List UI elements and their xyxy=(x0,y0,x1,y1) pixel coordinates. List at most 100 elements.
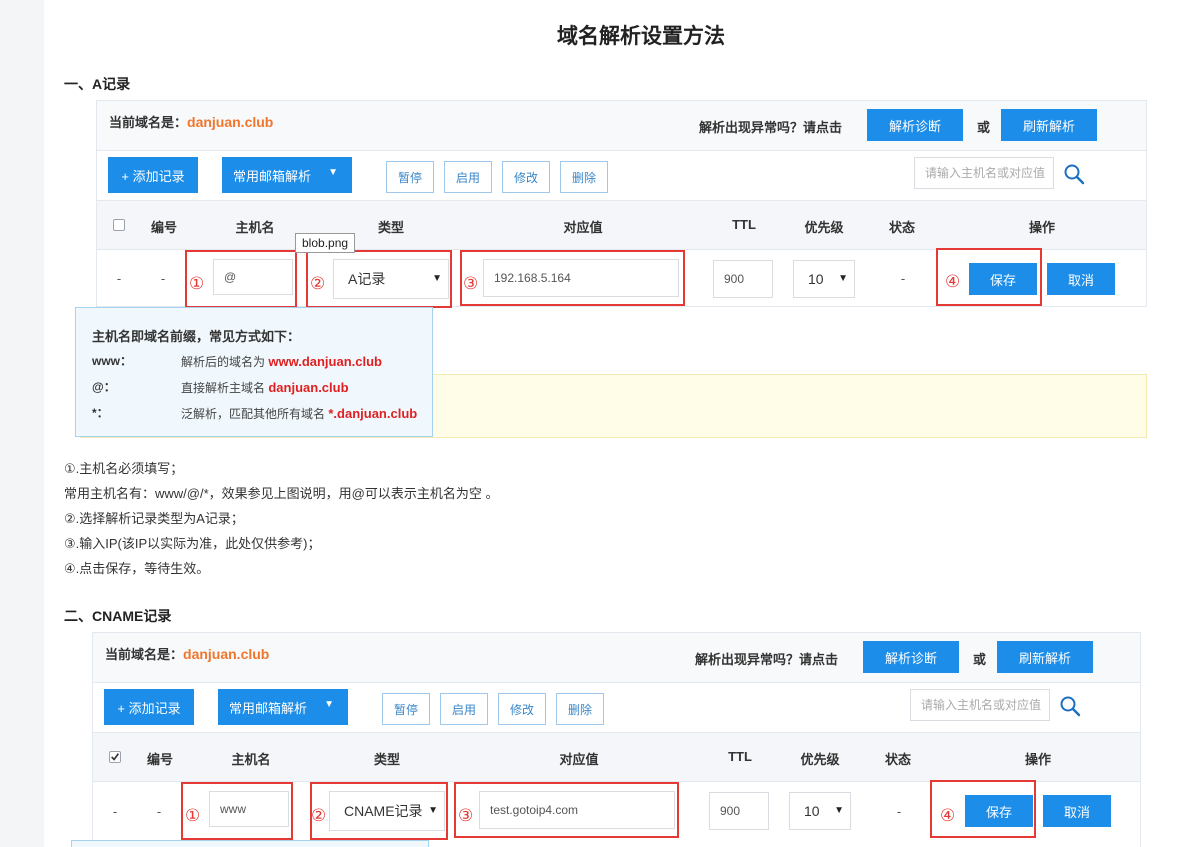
table-header: 编号 主机名 类型 对应值 TTL 优先级 状态 操作 xyxy=(93,732,1140,782)
priority-select-value: 10 xyxy=(808,271,824,287)
col-host: 主机名 xyxy=(231,752,271,767)
note-4: ③.输入IP(该IP以实际为准，此处仅供参考)； xyxy=(64,536,321,551)
highlight-box-value xyxy=(454,782,679,838)
domain-prefix: 当前域名是： xyxy=(109,115,188,130)
popover-key-wildcard: *： xyxy=(92,406,109,420)
search-input[interactable]: 请输入主机名或对应值 xyxy=(914,157,1054,189)
modify-button[interactable]: 修改 xyxy=(498,693,546,725)
current-domain: 当前域名是：danjuan.club xyxy=(109,112,273,131)
popover-example: www.danjuan.club xyxy=(268,354,382,369)
priority-select[interactable]: 10 ▼ xyxy=(793,260,855,298)
col-priority: 优先级 xyxy=(804,220,844,235)
or-text: 或 xyxy=(973,652,987,667)
section-b-title: 二、CNAME记录 xyxy=(64,608,172,624)
note-2: 常用主机名有：www/@/*，效果参见上图说明，用@可以表示主机名为空 。 xyxy=(64,486,499,501)
mail-resolve-label: 常用邮箱解析 xyxy=(233,168,312,184)
col-host: 主机名 xyxy=(235,220,275,235)
left-sidebar-strip xyxy=(0,0,44,847)
pause-button[interactable]: 暂停 xyxy=(382,693,430,725)
note-5: ④.点击保存，等待生效。 xyxy=(64,561,210,576)
current-domain: 当前域名是：danjuan.club xyxy=(105,644,269,663)
highlight-box-type xyxy=(306,250,452,308)
check-icon xyxy=(111,753,120,761)
mail-resolve-button[interactable]: 常用邮箱解析 ▼ xyxy=(218,689,348,725)
refresh-button[interactable]: 刷新解析 xyxy=(1001,109,1097,141)
row-number: - xyxy=(156,804,162,819)
cancel-button[interactable]: 取消 xyxy=(1047,263,1115,295)
mail-resolve-button[interactable]: 常用邮箱解析 ▼ xyxy=(222,157,352,193)
col-status: 状态 xyxy=(888,220,915,235)
search-icon[interactable] xyxy=(1059,695,1081,717)
caret-down-icon: ▼ xyxy=(838,273,848,284)
row-dash: - xyxy=(112,804,118,819)
add-record-button[interactable]: + 添加记录 xyxy=(104,689,194,725)
domain-name: danjuan.club xyxy=(187,114,274,130)
highlight-box-type xyxy=(310,782,448,840)
col-type: 类型 xyxy=(377,220,404,235)
domain-name: danjuan.club xyxy=(183,646,270,662)
col-number: 编号 xyxy=(146,752,173,767)
anomaly-hint: 解析出现异常吗？请点击 xyxy=(695,652,839,667)
popover-example: *.danjuan.club xyxy=(328,406,418,421)
step-mark-1: ① xyxy=(185,806,201,825)
popover-desc-www: 解析后的域名为 www.danjuan.club xyxy=(181,353,382,370)
table-header: 编号 主机名 类型 对应值 TTL 优先级 状态 操作 xyxy=(97,200,1146,250)
file-tooltip: blob.png xyxy=(295,233,356,253)
domain-prefix: 当前域名是： xyxy=(105,647,184,662)
refresh-button[interactable]: 刷新解析 xyxy=(997,641,1093,673)
col-value: 对应值 xyxy=(563,220,603,235)
col-actions: 操作 xyxy=(1024,752,1051,767)
search-input[interactable]: 请输入主机名或对应值 xyxy=(910,689,1050,721)
popover-desc-text: 直接解析主域名 xyxy=(181,381,266,395)
col-ttl: TTL xyxy=(732,217,756,232)
select-all-checkbox[interactable] xyxy=(109,751,121,763)
step-mark-1: ① xyxy=(189,274,205,293)
popover-example: danjuan.club xyxy=(268,380,349,395)
priority-select-value: 10 xyxy=(804,803,820,819)
anomaly-hint: 解析出现异常吗？请点击 xyxy=(699,120,843,135)
col-actions: 操作 xyxy=(1028,220,1055,235)
host-help-popover: 主机名即域名前缀，常见方式如下： www： 解析后的域名为 www.danjua… xyxy=(75,307,433,437)
popover-desc-at: 直接解析主域名 danjuan.club xyxy=(181,379,349,396)
cancel-button[interactable]: 取消 xyxy=(1043,795,1111,827)
enable-button[interactable]: 启用 xyxy=(444,161,492,193)
modify-button[interactable]: 修改 xyxy=(502,161,550,193)
popover-title: 主机名即域名前缀，常见方式如下： xyxy=(92,329,301,344)
popover-key-at: @： xyxy=(92,380,116,394)
diagnose-button[interactable]: 解析诊断 xyxy=(863,641,959,673)
step-mark-2: ② xyxy=(311,806,327,825)
note-1: ①.主机名必须填写； xyxy=(64,461,184,476)
mail-resolve-label: 常用邮箱解析 xyxy=(229,700,308,716)
add-record-button[interactable]: + 添加记录 xyxy=(108,157,198,193)
delete-button[interactable]: 删除 xyxy=(560,161,608,193)
panel-header: 当前域名是：danjuan.club 解析出现异常吗？请点击 解析诊断 或 刷新… xyxy=(97,101,1146,151)
section-a-title: 一、A记录 xyxy=(64,76,131,92)
pause-button[interactable]: 暂停 xyxy=(386,161,434,193)
priority-select[interactable]: 10 ▼ xyxy=(789,792,851,830)
ttl-input[interactable]: 900 xyxy=(713,260,773,298)
enable-button[interactable]: 启用 xyxy=(440,693,488,725)
ttl-input[interactable]: 900 xyxy=(709,792,769,830)
row-dash: - xyxy=(116,271,122,286)
popover-key-www: www： xyxy=(92,354,133,368)
step-mark-4: ④ xyxy=(940,806,956,825)
note-3: ②.选择解析记录类型为A记录； xyxy=(64,511,244,526)
caret-down-icon: ▼ xyxy=(834,805,844,816)
col-status: 状态 xyxy=(884,752,911,767)
col-ttl: TTL xyxy=(728,749,752,764)
search-icon[interactable] xyxy=(1063,163,1085,185)
row-status: - xyxy=(896,804,902,819)
diagnose-button[interactable]: 解析诊断 xyxy=(867,109,963,141)
select-all-checkbox[interactable] xyxy=(113,219,125,231)
step-mark-4: ④ xyxy=(945,272,961,291)
step-mark-3: ③ xyxy=(458,806,474,825)
col-type: 类型 xyxy=(373,752,400,767)
step-mark-2: ② xyxy=(310,274,326,293)
row-number: - xyxy=(160,271,166,286)
col-number: 编号 xyxy=(150,220,177,235)
page-title: 域名解析设置方法 xyxy=(557,25,725,48)
or-text: 或 xyxy=(977,120,991,135)
delete-button[interactable]: 删除 xyxy=(556,693,604,725)
row-status: - xyxy=(900,271,906,286)
caret-down-icon: ▼ xyxy=(328,167,338,178)
